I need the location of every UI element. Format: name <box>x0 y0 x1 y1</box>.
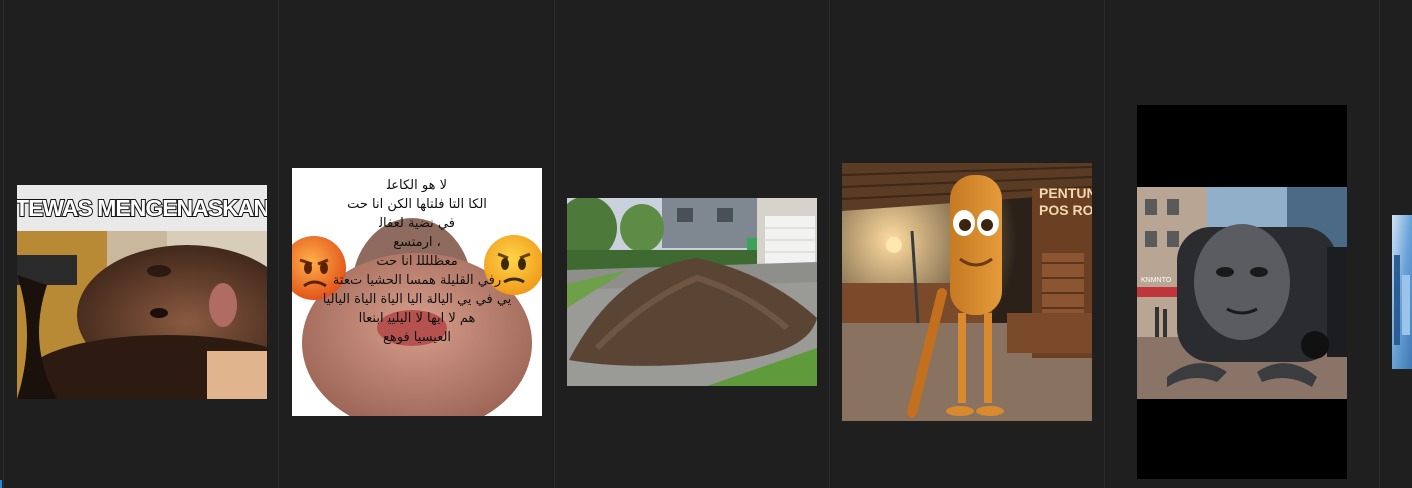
thumbnail-image[interactable] <box>1392 215 1412 369</box>
thumbnail-card[interactable]: TEWAS MENGENASKAN <box>4 0 278 488</box>
partial-blue-thumbnail-image <box>1392 215 1412 369</box>
thumbnail-card[interactable]: KNMNTO <box>1105 0 1379 488</box>
image-results-strip: TEWAS MENGENASKAN ﻻ ﻫﻮ ﺍﻟﻜﺎﻋﻠ ﺍﻟﻜﺎ ﺍﻟﺘﺎ … <box>0 0 1412 488</box>
thumbnail-image[interactable] <box>567 198 817 386</box>
scroll-edge-indicator <box>0 480 2 488</box>
thumbnail-image[interactable]: KNMNTO <box>1137 105 1347 479</box>
thumbnail-card[interactable] <box>555 0 829 488</box>
thumbnail-image[interactable]: PENTUNG POS RON <box>842 163 1092 421</box>
bus-face-creature-photo-image <box>1137 187 1347 399</box>
meme-caption-bar: TEWAS MENGENASKAN <box>17 185 267 231</box>
thumbnail-card[interactable] <box>1380 0 1412 488</box>
sign-text: PENTUNG POS RON <box>1039 185 1092 218</box>
meme-caption: TEWAS MENGENASKAN <box>17 194 267 222</box>
thumbnail-card[interactable]: ﻻ ﻫﻮ ﺍﻟﻜﺎﻋﻠ ﺍﻟﻜﺎ ﺍﻟﺘﺎ ﻓﻠﺘﺎﻬﺎ ﺍﻟﻜﻦ ﺍﻧﺎ ﺣﺖ… <box>279 0 554 488</box>
meme-overlay-text: ﻻ ﻫﻮ ﺍﻟﻜﺎﻋﻠ ﺍﻟﻜﺎ ﺍﻟﺘﺎ ﻓﻠﺘﺎﻬﺎ ﺍﻟﻜﻦ ﺍﻧﺎ ﺣﺖ… <box>322 178 512 345</box>
thumbnail-image[interactable]: ﻻ ﻫﻮ ﺍﻟﻜﺎﻋﻠ ﺍﻟﻜﺎ ﺍﻟﺘﺎ ﻓﻠﺘﺎﻬﺎ ﺍﻟﻜﻦ ﺍﻧﺎ ﺣﺖ… <box>292 168 542 416</box>
dirt-pile-photo-image <box>567 198 817 386</box>
thumbnail-card[interactable]: PENTUNG POS RON <box>830 0 1104 488</box>
shop-sign-text: KNMNTO <box>1141 277 1172 284</box>
thumbnail-image[interactable]: TEWAS MENGENASKAN <box>17 185 267 399</box>
